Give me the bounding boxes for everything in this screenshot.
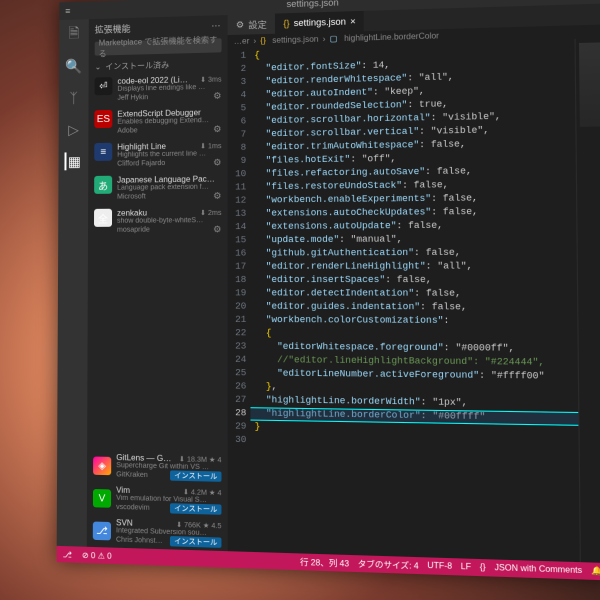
extension-meta: ⬇ 18.3M ★ 4	[179, 455, 222, 464]
close-icon[interactable]: ×	[350, 16, 356, 26]
install-button[interactable]: インストール	[170, 503, 221, 515]
line-gutter: 1234567891011121314151617181920212223242…	[228, 48, 251, 552]
extension-name: Vim	[116, 485, 130, 495]
remote-icon[interactable]: ⎇	[63, 550, 72, 559]
braces-icon: {}	[283, 18, 289, 28]
extension-meta: ⬇ 1ms	[200, 142, 222, 150]
extension-name: SVN	[116, 518, 133, 528]
breadcrumb-item[interactable]: ▢ highlightLine.borderColor	[330, 31, 439, 43]
extension-item[interactable]: ≡ Highlight Line⬇ 1ms Highlights the cur…	[88, 138, 227, 173]
code-editor[interactable]: { "editor.fontSize": 14, "editor.renderW…	[250, 39, 580, 562]
tab-settings[interactable]: ⚙ 設定	[228, 14, 275, 36]
code-line[interactable]: "editor.detectIndentation": false,	[255, 287, 573, 301]
extension-publisher: Microsoft	[117, 193, 146, 200]
status-position[interactable]: 行 28、列 43	[300, 556, 349, 569]
extension-publisher: GitKraken	[116, 471, 148, 479]
gear-icon[interactable]: ⚙	[213, 224, 221, 235]
section-installed-label: インストール済み	[105, 60, 169, 73]
gear-icon[interactable]: ⚙	[213, 191, 221, 202]
extension-publisher: Jeff Hykin	[117, 94, 148, 102]
chevron-icon: ›	[253, 36, 256, 45]
tab-settings-json[interactable]: {} settings.json ×	[275, 11, 364, 34]
scm-icon[interactable]: ᛉ	[65, 89, 83, 107]
install-button[interactable]: インストール	[170, 470, 221, 481]
extension-item[interactable]: ES ExtendScript Debugger Enables debuggi…	[88, 105, 227, 141]
sidebar-title: 拡張機能	[95, 22, 131, 36]
code-line[interactable]: "editor.guides.indentation": false,	[255, 300, 573, 315]
extensions-icon[interactable]: ▦	[64, 152, 82, 170]
gear-icon[interactable]: ⚙	[213, 124, 221, 135]
code-line[interactable]: "editor.insertSpaces": false,	[255, 274, 573, 288]
code-line[interactable]: "editor.renderLineHighlight": "all",	[255, 260, 573, 274]
vscode-window: ≡ settings.json — □ × 🗎 🔍 ᛉ ▷ ▦ 拡張機能 ⋯ M…	[57, 0, 600, 580]
status-encoding[interactable]: UTF-8	[427, 560, 452, 572]
extension-item[interactable]: ◈ GitLens — G…⬇ 18.3M ★ 4 Supercharge Gi…	[87, 449, 228, 485]
extension-publisher: mosapride	[117, 227, 150, 234]
installed-extensions-list: ⏎ code-eol 2022 (Li…⬇ 3ms Displays line …	[88, 71, 228, 239]
tab-label: 設定	[248, 17, 267, 31]
extension-meta: ⬇ 3ms	[200, 75, 221, 84]
status-language[interactable]: JSON with Comments	[494, 562, 582, 577]
gear-icon[interactable]: ⚙	[213, 157, 221, 168]
extension-desc: Language pack extension f…	[117, 184, 221, 192]
menu-icon[interactable]: ≡	[65, 6, 70, 16]
extension-icon: あ	[94, 176, 112, 194]
extension-publisher: Clifford Fajardo	[117, 160, 165, 168]
extension-search-input[interactable]: Marketplace で拡張機能を検索する	[95, 38, 222, 55]
status-eol[interactable]: LF	[461, 561, 471, 573]
code-line[interactable]: "github.gitAuthentication": false,	[255, 246, 573, 260]
tab-label: settings.json	[294, 16, 346, 28]
recommended-extensions-list: ◈ GitLens — G…⬇ 18.3M ★ 4 Supercharge Gi…	[87, 449, 228, 551]
install-button[interactable]: インストール	[170, 536, 221, 548]
extension-icon: ≡	[94, 143, 112, 161]
extension-meta: ⬇ 4.2M ★ 4	[183, 488, 222, 497]
bell-icon[interactable]: 🔔	[591, 565, 600, 577]
chevron-down-icon[interactable]: ⌄	[95, 62, 102, 71]
editor-area: ⚙ 設定 {} settings.json × …er › {} setting…	[228, 4, 600, 563]
status-tabsize[interactable]: タブのサイズ: 4	[358, 558, 419, 572]
extension-name: zenkaku	[117, 208, 147, 217]
extension-item[interactable]: 全 zenkaku⬇ 2ms show double-byte-whiteS… …	[88, 205, 228, 239]
minimap[interactable]	[574, 38, 600, 563]
gear-icon[interactable]: ⚙	[213, 91, 221, 102]
gear-icon: ⚙	[236, 19, 244, 30]
extension-desc: Highlights the current line …	[117, 150, 221, 159]
activity-bar: 🗎 🔍 ᛉ ▷ ▦	[57, 19, 89, 547]
extension-publisher: vscodevim	[116, 503, 150, 511]
debug-icon[interactable]: ▷	[65, 120, 83, 138]
breadcrumb-item[interactable]: …er	[234, 36, 250, 45]
extension-icon: ⎇	[93, 522, 111, 541]
search-icon[interactable]: 🔍	[65, 57, 83, 75]
errors-icon[interactable]: ⊘ 0 ⚠ 0	[82, 550, 112, 560]
extension-item[interactable]: あ Japanese Language Pac… Language pack e…	[88, 171, 228, 206]
extension-icon: ES	[94, 110, 112, 128]
extension-icon: V	[93, 489, 111, 508]
chevron-icon: ›	[323, 34, 326, 43]
extension-icon: 全	[94, 209, 112, 227]
extension-icon: ◈	[93, 457, 111, 476]
breadcrumb-item[interactable]: {} settings.json	[260, 35, 318, 46]
extension-meta: ⬇ 2ms	[200, 208, 222, 216]
extension-icon: ⏎	[95, 77, 113, 95]
sidebar: 拡張機能 ⋯ Marketplace で拡張機能を検索する ⌄ インストール済み…	[87, 15, 228, 551]
braces-icon: {}	[480, 562, 486, 574]
explorer-icon[interactable]: 🗎	[65, 25, 83, 43]
more-icon[interactable]: ⋯	[211, 20, 221, 31]
extension-item[interactable]: ⏎ code-eol 2022 (Li…⬇ 3ms Displays line …	[89, 71, 228, 107]
extension-publisher: Adobe	[117, 127, 137, 134]
code-line[interactable]: "workbench.colorCustomizations":	[255, 314, 573, 329]
extension-item[interactable]: V Vim⬇ 4.2M ★ 4 Vim emulation for Visual…	[87, 482, 228, 518]
extension-publisher: Chris Johnst…	[116, 536, 163, 545]
code-line[interactable]: "update.mode": "manual",	[254, 232, 572, 247]
extension-item[interactable]: ⎇ SVN⬇ 766K ★ 4.5 Integrated Subversion …	[87, 514, 228, 551]
